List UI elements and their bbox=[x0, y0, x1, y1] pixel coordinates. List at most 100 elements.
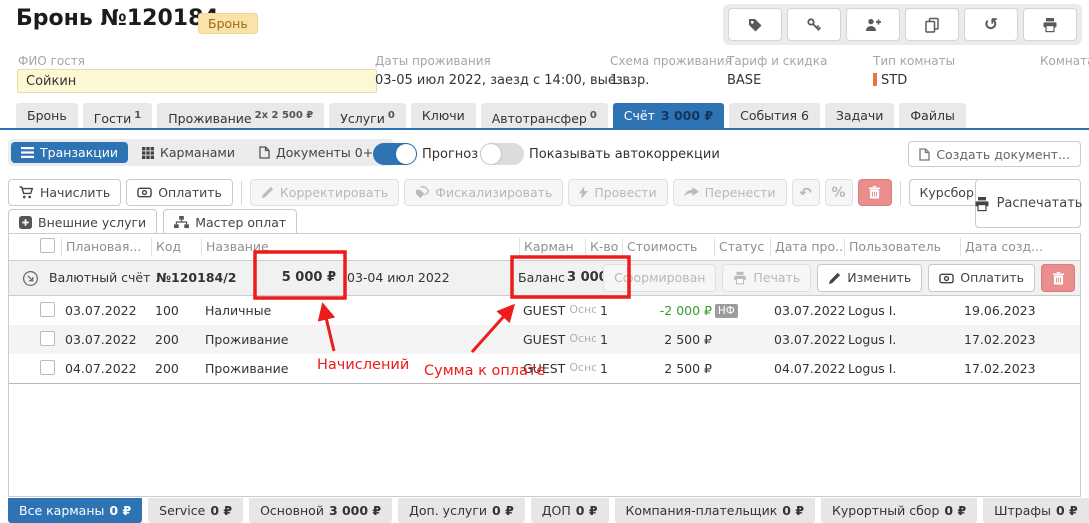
pocket-tab-dop[interactable]: ДОП0 ₽ bbox=[531, 498, 609, 523]
collapse-account-icon[interactable] bbox=[22, 270, 39, 287]
pocket-tab-all[interactable]: Все карманы0 ₽ bbox=[8, 498, 142, 523]
scheme-label: Схема проживания bbox=[610, 54, 732, 68]
account-edit-button[interactable]: Изменить bbox=[817, 264, 922, 292]
cell-date: 03.07.2022 bbox=[61, 303, 151, 318]
tab-keys[interactable]: Ключи bbox=[411, 103, 476, 128]
cell-user: Logus I. bbox=[844, 303, 960, 318]
banknote-icon bbox=[939, 273, 954, 284]
tariff-label: Тариф и скидка bbox=[727, 54, 827, 68]
tab-services[interactable]: Услуги0 bbox=[329, 103, 406, 128]
tab-guests[interactable]: Гости1 bbox=[83, 103, 153, 128]
booking-tab-bar: Бронь Гости1 Проживание2х 2 500 ₽ Услуги… bbox=[0, 103, 1089, 130]
cell-qty: 1 bbox=[585, 332, 622, 347]
autocorrections-toggle[interactable] bbox=[480, 143, 524, 165]
cell-name: Наличные bbox=[201, 303, 519, 318]
account-dates: 03-04 июл 2022 bbox=[347, 261, 450, 295]
account-delete-button[interactable] bbox=[1041, 264, 1075, 292]
toolbar-divider bbox=[241, 181, 242, 205]
view-switcher: Транзакции Карманами Документы 0+0 bbox=[8, 139, 394, 166]
tab-events[interactable]: События 6 bbox=[729, 103, 820, 128]
trash-icon bbox=[1053, 272, 1064, 285]
view-pockets-button[interactable]: Карманами bbox=[132, 142, 245, 163]
history-button[interactable]: ↺ bbox=[964, 8, 1018, 41]
pencil-icon bbox=[828, 272, 841, 285]
payment-master-button[interactable]: Мастер оплат bbox=[163, 209, 297, 236]
cell-created: 17.02.2023 bbox=[960, 361, 1080, 376]
pocket-tab-company-payer[interactable]: Компания-плательщик0 ₽ bbox=[615, 498, 815, 523]
transfer-button[interactable]: Перенести bbox=[673, 179, 787, 206]
row-checkbox[interactable] bbox=[40, 331, 55, 346]
create-document-button[interactable]: Создать документ... bbox=[908, 141, 1081, 167]
forecast-toggle-group: Прогноз bbox=[373, 143, 478, 165]
column-header[interactable]: К-во bbox=[585, 238, 622, 256]
account-type: Валютный счёт bbox=[49, 261, 150, 295]
pay-button[interactable]: Оплатить bbox=[126, 179, 233, 206]
cell-name: Проживание bbox=[201, 361, 519, 376]
column-header[interactable]: Название bbox=[201, 238, 519, 256]
tab-tasks[interactable]: Задачи bbox=[825, 103, 895, 128]
room-label: Комната bbox=[1040, 54, 1089, 68]
key-button[interactable] bbox=[787, 8, 841, 41]
add-guest-button[interactable] bbox=[846, 8, 900, 41]
fiscalize-button[interactable]: Фискализировать bbox=[404, 179, 563, 206]
copy-button[interactable] bbox=[905, 8, 959, 41]
sitemap-icon bbox=[174, 216, 189, 229]
post-button[interactable]: Провести bbox=[568, 179, 667, 206]
cell-name: Проживание bbox=[201, 332, 519, 347]
table-row[interactable]: 03.07.2022 100 Наличные GUESTОсно 1 -2 0… bbox=[9, 296, 1080, 325]
column-header[interactable]: Статус bbox=[714, 238, 770, 256]
account-summary-row[interactable]: Валютный счёт №120184/2 5 000 ₽ 03-04 ию… bbox=[9, 261, 1080, 296]
table-row[interactable]: 03.07.2022 200 Проживание GUESTОсно 1 2 … bbox=[9, 325, 1080, 354]
column-header[interactable]: Стоимость bbox=[622, 238, 714, 256]
view-transactions-button[interactable]: Транзакции bbox=[11, 142, 128, 163]
tag-button[interactable] bbox=[728, 8, 782, 41]
correct-button[interactable]: Корректировать bbox=[250, 179, 399, 206]
tab-transfer[interactable]: Автотрансфер0 bbox=[481, 103, 608, 128]
guest-name-input[interactable] bbox=[17, 69, 377, 93]
pocket-tab-resort-fee[interactable]: Курортный сбор0 ₽ bbox=[821, 498, 977, 523]
room-type-label: Тип комнаты bbox=[873, 54, 955, 68]
cell-amount: 2 500 ₽ bbox=[622, 332, 714, 347]
column-header[interactable]: Карман bbox=[519, 238, 585, 256]
key-icon bbox=[806, 17, 822, 33]
account-status-button[interactable]: Сформирован bbox=[603, 264, 716, 292]
column-header[interactable]: Код bbox=[151, 238, 201, 256]
history-icon: ↺ bbox=[984, 15, 998, 35]
account-print-button[interactable]: Печать bbox=[722, 264, 811, 292]
pocket-tab-fines[interactable]: Штрафы0 ₽ bbox=[983, 498, 1089, 523]
room-type-value: STD bbox=[873, 73, 907, 88]
column-header[interactable]: Пользователь bbox=[844, 238, 960, 256]
forecast-toggle[interactable] bbox=[373, 143, 417, 165]
tags-icon bbox=[415, 186, 429, 199]
tab-booking[interactable]: Бронь bbox=[16, 103, 78, 128]
pocket-tab-extra-services[interactable]: Доп. услуги0 ₽ bbox=[398, 498, 525, 523]
pocket-tab-main[interactable]: Основной3 000 ₽ bbox=[249, 498, 392, 523]
row-checkbox[interactable] bbox=[40, 302, 55, 317]
print-account-button[interactable]: Распечатать bbox=[975, 179, 1081, 228]
column-header[interactable]: Плановая... bbox=[61, 238, 151, 256]
grid-icon bbox=[142, 147, 154, 159]
table-row[interactable]: 04.07.2022 200 Проживание GUESTОсно 1 2 … bbox=[9, 354, 1080, 383]
external-services-button[interactable]: Внешние услуги bbox=[8, 209, 157, 236]
delete-button[interactable] bbox=[858, 179, 892, 206]
cell-qty: 1 bbox=[585, 361, 622, 376]
nf-badge: НФ bbox=[715, 304, 738, 318]
view-documents-button[interactable]: Документы 0+0 bbox=[249, 142, 391, 163]
discount-button[interactable]: % bbox=[825, 179, 853, 206]
cell-op-date: 04.07.2022 bbox=[770, 361, 844, 376]
column-header[interactable]: Дата про... bbox=[770, 238, 844, 256]
autocorrections-toggle-group: Показывать автокоррекции bbox=[480, 143, 720, 165]
undo-button[interactable]: ↶ bbox=[792, 179, 820, 206]
row-checkbox[interactable] bbox=[40, 360, 55, 375]
column-header[interactable]: Дата созд... bbox=[960, 238, 1080, 256]
account-pay-button[interactable]: Оплатить bbox=[928, 264, 1035, 292]
print-button[interactable] bbox=[1023, 8, 1077, 41]
cell-created: 17.02.2023 bbox=[960, 332, 1080, 347]
tab-files[interactable]: Файлы bbox=[899, 103, 965, 128]
charge-button[interactable]: Начислить bbox=[8, 179, 121, 206]
tab-account[interactable]: Счёт3 000 ₽ bbox=[613, 103, 724, 128]
pocket-tab-service[interactable]: Service0 ₽ bbox=[148, 498, 243, 523]
tab-stay[interactable]: Проживание2х 2 500 ₽ bbox=[157, 103, 324, 128]
select-all-checkbox[interactable] bbox=[40, 238, 55, 253]
cell-created: 19.06.2023 bbox=[960, 303, 1080, 318]
